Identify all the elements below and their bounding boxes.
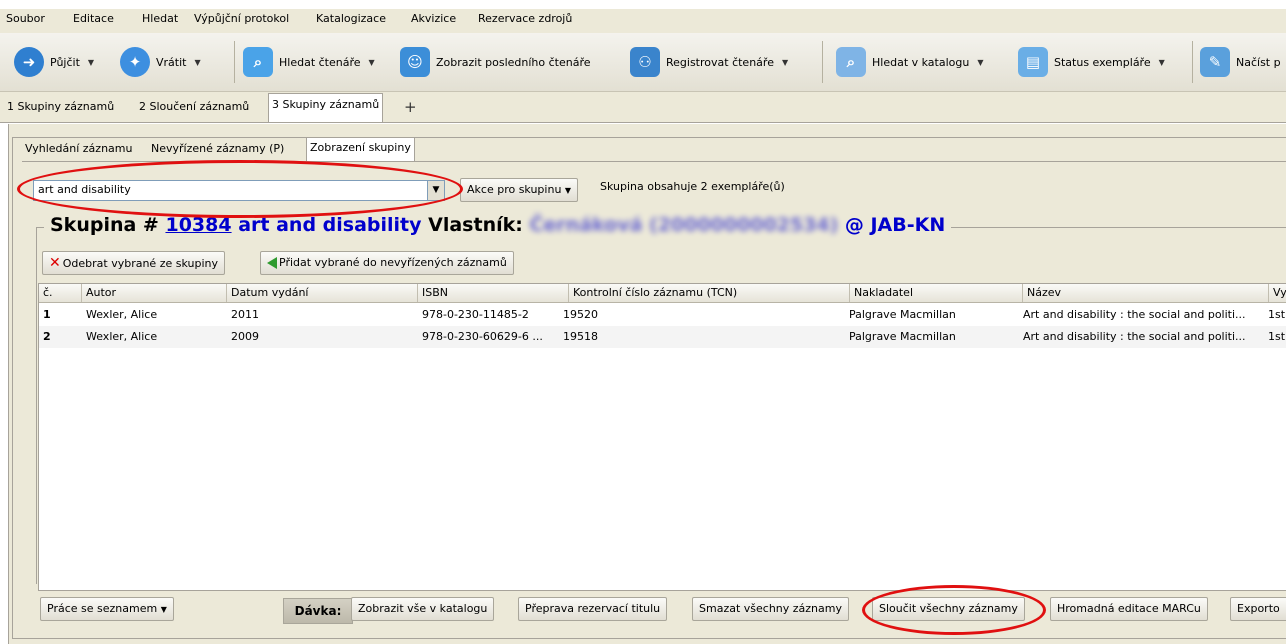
menu-soubor[interactable]: Soubor [6, 12, 45, 25]
table-row[interactable]: 1 Wexler, Alice 2011 978-0-230-11485-2 1… [39, 304, 1286, 326]
checkin-icon: ✦ [120, 47, 150, 77]
tab-nevyrizene-zaznamy[interactable]: Nevyřízené záznamy (P) [148, 139, 287, 159]
group-number-link[interactable]: 10384 [165, 214, 231, 236]
table-row[interactable]: 2 Wexler, Alice 2009 978-0-230-60629-6 .… [39, 326, 1286, 348]
hledat-v-katalogu-button[interactable]: ⌕ Hledat v katalogu ▼ [836, 45, 984, 79]
tab-skupiny-3[interactable]: 3 Skupiny záznamů [268, 93, 384, 122]
toolbar-separator [234, 41, 235, 83]
col-header[interactable]: Datum vydání [227, 284, 418, 302]
group-select[interactable]: art and disability ▼ [33, 180, 445, 201]
zobrazit-posledniho-button[interactable]: ☺ Zobrazit posledního čtenáře [400, 45, 591, 79]
chevron-down-icon: ▼ [977, 57, 984, 67]
zobrazit-vse-button[interactable]: Zobrazit vše v katalogu [351, 597, 495, 621]
records-table: č. Autor Datum vydání ISBN Kontrolní čís… [38, 283, 1286, 591]
toolbar-separator [1192, 41, 1193, 83]
book-icon: ▤ [1018, 47, 1048, 77]
smazat-vsechny-button[interactable]: Smazat všechny záznamy [692, 597, 849, 621]
edit-icon: ✎ [1200, 47, 1230, 77]
toolbar-separator [822, 41, 823, 83]
users-icon: ⚇ [630, 47, 660, 77]
add-to-pending-button[interactable]: Přidat vybrané do nevyřízených záznamů [260, 251, 514, 275]
chevron-down-icon: ▼ [194, 57, 201, 67]
chevron-down-icon[interactable]: ▼ [427, 181, 444, 200]
hromadna-editace-button[interactable]: Hromadná editace MARCu [1050, 597, 1208, 621]
menu-rezervace-zdroju[interactable]: Rezervace zdrojů [478, 12, 572, 25]
remove-selected-button[interactable]: ✕ Odebrat vybrané ze skupiny [42, 251, 225, 275]
sloucit-vsechny-button[interactable]: Sloučit všechny záznamy [872, 597, 1025, 621]
vratit-button[interactable]: ✦ Vrátit ▼ [120, 45, 201, 79]
group-status: Skupina obsahuje 2 exempláře(ů) [600, 180, 785, 193]
davka-label: Dávka: [283, 598, 353, 624]
status-exemplare-button[interactable]: ▤ Status exempláře ▼ [1018, 45, 1165, 79]
table-header: č. Autor Datum vydání ISBN Kontrolní čís… [39, 284, 1286, 303]
menu-katalogizace[interactable]: Katalogizace [316, 12, 386, 25]
chevron-down-icon: ▼ [781, 57, 789, 67]
registrovat-button[interactable]: ⚇ Registrovat čtenáře ▼ [630, 45, 788, 79]
close-icon: ✕ [49, 255, 61, 271]
pujcit-button[interactable]: ➜ Půjčit ▼ [14, 45, 94, 79]
owner-label: Vlastník: [428, 214, 523, 236]
export-button[interactable]: Exporto [1230, 597, 1286, 621]
col-header[interactable]: Autor [82, 284, 227, 302]
tab-vyhledani-zaznamu[interactable]: Vyhledání záznamu [22, 139, 135, 159]
owner-library: @ JAB-KN [844, 214, 946, 236]
chevron-down-icon: ▼ [564, 186, 572, 195]
chevron-down-icon: ▼ [160, 605, 167, 614]
menu-hledat[interactable]: Hledat [142, 12, 178, 25]
tab-skupiny-1[interactable]: 1 Skupiny záznamů [4, 96, 117, 118]
add-tab-icon[interactable]: + [404, 98, 417, 116]
col-header[interactable]: Název [1023, 284, 1269, 302]
chevron-down-icon: ▼ [368, 57, 375, 67]
search-icon: ⌕ [243, 47, 273, 77]
col-header[interactable]: Kontrolní číslo záznamu (TCN) [569, 284, 850, 302]
checkout-icon: ➜ [14, 47, 44, 77]
col-header[interactable]: ISBN [418, 284, 569, 302]
main-toolbar: ➜ Půjčit ▼ ✦ Vrátit ▼ ⌕ Hledat čtenáře ▼ ☺ … [0, 33, 1286, 92]
prace-se-seznamem-button[interactable]: Práce se seznamem ▼ [40, 597, 174, 621]
user-icon: ☺ [400, 47, 430, 77]
akce-pro-skupinu-button[interactable]: Akce pro skupinu ▼ [460, 178, 579, 202]
preprava-rezervaci-button[interactable]: Přeprava rezervací titulu [518, 597, 668, 621]
tab-slouceni-2[interactable]: 2 Sloučení záznamů [136, 96, 252, 118]
chevron-down-icon: ▼ [87, 57, 95, 67]
col-header[interactable]: Vy [1269, 284, 1286, 302]
tab-zobrazeni-skupiny[interactable]: Zobrazení skupiny [306, 137, 415, 162]
top-tab-bar: 1 Skupiny záznamů 2 Sloučení záznamů 3 S… [0, 92, 1286, 123]
nacist-button[interactable]: ✎ Načíst p [1200, 45, 1281, 79]
group-title: Skupina # 10384 art and disability Vlast… [44, 214, 952, 240]
owner-name: Černáková (2000000002534) [529, 214, 839, 236]
menu-editace[interactable]: Editace [73, 12, 114, 25]
menu-vypujcni-protokol[interactable]: Výpůjční protokol [194, 12, 289, 25]
arrow-left-icon [267, 257, 277, 269]
col-header[interactable]: č. [39, 284, 82, 302]
chevron-down-icon: ▼ [1158, 57, 1165, 67]
hledat-ctenare-button[interactable]: ⌕ Hledat čtenáře ▼ [243, 45, 375, 79]
catalog-search-icon: ⌕ [836, 47, 866, 77]
menu-akvizice[interactable]: Akvizice [411, 12, 456, 25]
col-header[interactable]: Nakladatel [850, 284, 1023, 302]
menu-bar: Soubor Editace Hledat Výpůjční protokol … [0, 9, 1286, 33]
group-name: art and disability [238, 214, 422, 236]
